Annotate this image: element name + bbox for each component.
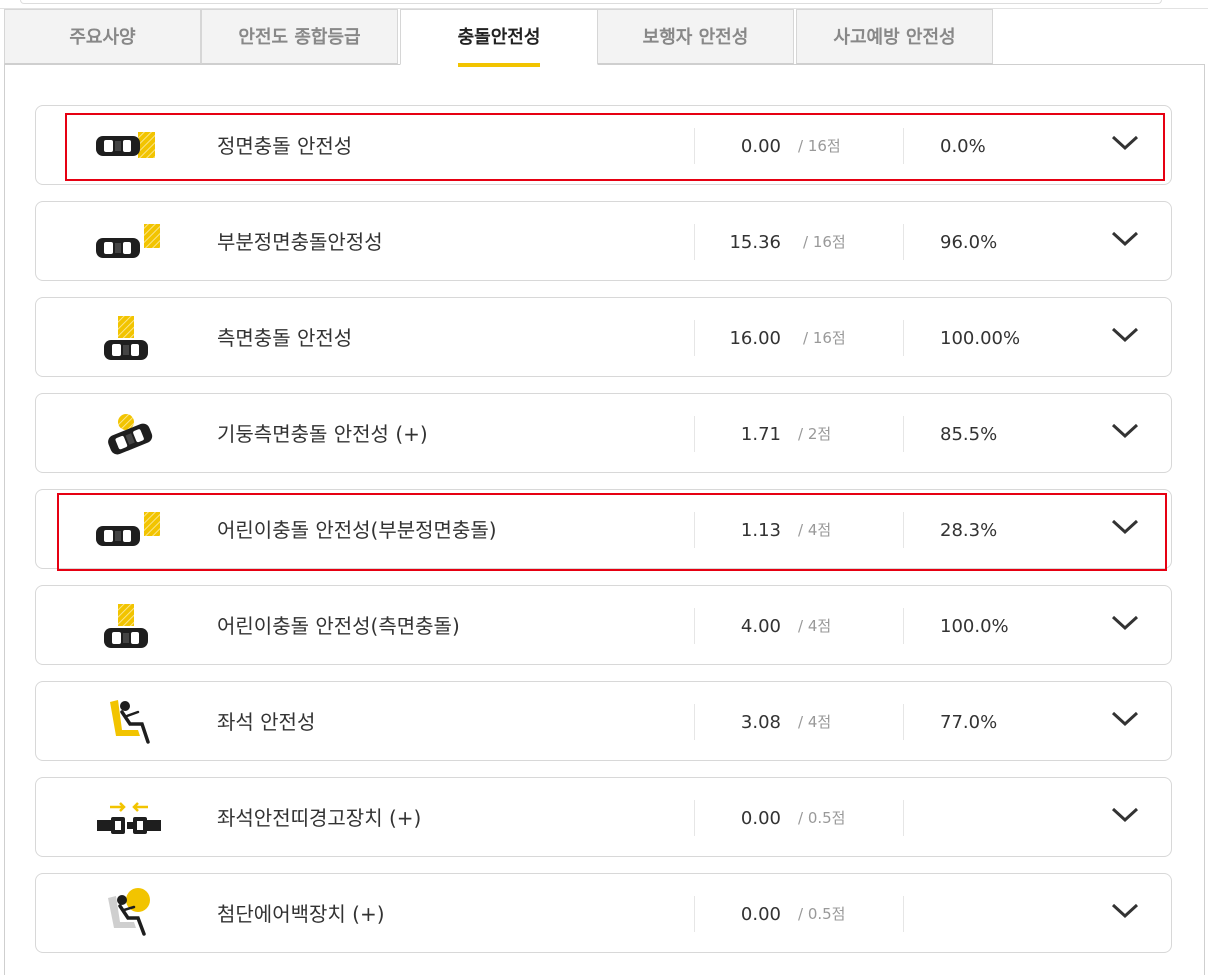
list-item[interactable]: 좌석 안전성 3.08 / 4점 77.0% bbox=[35, 681, 1172, 761]
list-item[interactable]: 측면충돌 안전성 16.00 / 16점 100.00% bbox=[35, 297, 1172, 377]
row-title: 첨단에어백장치 (+) bbox=[217, 902, 385, 926]
divider bbox=[903, 512, 904, 548]
row-title: 어린이충돌 안전성(측면충돌) bbox=[217, 614, 460, 638]
row-percent: 85.5% bbox=[940, 424, 998, 445]
divider bbox=[903, 320, 904, 356]
seat-safety-icon bbox=[110, 700, 150, 744]
row-score: 16.00 bbox=[729, 328, 781, 349]
row-score: 0.00 bbox=[740, 136, 781, 157]
divider bbox=[694, 704, 695, 740]
tab-label: 충돌안전성 bbox=[457, 10, 541, 67]
tab-crash-safety[interactable]: 충돌안전성 bbox=[400, 9, 598, 67]
tab-pedestrian-safety[interactable]: 보행자 안전성 bbox=[597, 9, 794, 64]
row-max-score: / 16점 bbox=[798, 137, 841, 155]
seatbelt-warning-icon bbox=[97, 802, 161, 834]
tab-main-specs[interactable]: 주요사양 bbox=[4, 9, 201, 64]
divider bbox=[694, 320, 695, 356]
divider bbox=[903, 224, 904, 260]
side-crash-icon bbox=[104, 316, 148, 360]
divider bbox=[694, 608, 695, 644]
divider bbox=[903, 608, 904, 644]
tab-label: 안전도 종합등급 bbox=[238, 27, 361, 48]
list-item[interactable]: 첨단에어백장치 (+) 0.00 / 0.5점 bbox=[35, 873, 1172, 953]
row-score: 0.00 bbox=[740, 808, 781, 829]
row-score: 15.36 bbox=[729, 232, 781, 253]
row-max-score: / 0.5점 bbox=[798, 905, 846, 923]
row-max-score: / 0.5점 bbox=[798, 809, 846, 827]
divider bbox=[694, 896, 695, 932]
divider bbox=[694, 512, 695, 548]
row-max-score: / 2점 bbox=[798, 425, 832, 443]
divider bbox=[694, 224, 695, 260]
list-item[interactable]: 정면충돌 안전성 0.00 / 16점 0.0% bbox=[35, 105, 1172, 185]
pole-side-crash-icon bbox=[106, 414, 155, 457]
row-max-score: / 4점 bbox=[798, 617, 832, 635]
chevron-down-icon[interactable] bbox=[1111, 422, 1139, 440]
row-title: 좌석 안전성 bbox=[217, 710, 316, 734]
tab-label: 보행자 안전성 bbox=[642, 27, 749, 48]
active-tab-underline bbox=[457, 63, 541, 67]
divider bbox=[694, 800, 695, 836]
row-percent: 77.0% bbox=[940, 712, 998, 733]
row-title: 정면충돌 안전성 bbox=[217, 134, 353, 158]
tab-overall-rating[interactable]: 안전도 종합등급 bbox=[201, 9, 398, 64]
list-item[interactable]: 어린이충돌 안전성(부분정면충돌) 1.13 / 4점 28.3% bbox=[35, 489, 1172, 569]
chevron-down-icon[interactable] bbox=[1111, 806, 1139, 824]
row-percent: 100.0% bbox=[940, 616, 1009, 637]
row-percent: 28.3% bbox=[940, 520, 998, 541]
list-item[interactable]: 부분정면충돌안정성 15.36 / 16점 96.0% bbox=[35, 201, 1172, 281]
row-max-score: / 16점 bbox=[803, 233, 846, 251]
row-title: 부분정면충돌안정성 bbox=[217, 230, 383, 254]
list-item[interactable]: 기둥측면충돌 안전성 (+) 1.71 / 2점 85.5% bbox=[35, 393, 1172, 473]
chevron-down-icon[interactable] bbox=[1111, 134, 1139, 152]
tab-label: 주요사양 bbox=[69, 27, 136, 48]
partial-frontal-crash-icon bbox=[96, 512, 160, 546]
divider bbox=[903, 416, 904, 452]
row-percent: 0.0% bbox=[940, 136, 986, 157]
frontal-crash-icon bbox=[96, 132, 155, 158]
partial-frontal-crash-icon bbox=[96, 224, 160, 258]
row-title: 좌석안전띠경고장치 (+) bbox=[217, 806, 422, 830]
chevron-down-icon[interactable] bbox=[1111, 230, 1139, 248]
row-max-score: / 4점 bbox=[798, 521, 832, 539]
row-max-score: / 4점 bbox=[798, 713, 832, 731]
row-score: 0.00 bbox=[740, 904, 781, 925]
chevron-down-icon[interactable] bbox=[1111, 326, 1139, 344]
divider bbox=[903, 128, 904, 164]
list-item[interactable]: 어린이충돌 안전성(측면충돌) 4.00 / 4점 100.0% bbox=[35, 585, 1172, 665]
divider bbox=[903, 800, 904, 836]
row-score: 1.13 bbox=[740, 520, 781, 541]
row-score: 4.00 bbox=[740, 616, 781, 637]
chevron-down-icon[interactable] bbox=[1111, 614, 1139, 632]
divider bbox=[694, 128, 695, 164]
row-percent: 100.00% bbox=[940, 328, 1021, 349]
row-score: 1.71 bbox=[740, 424, 781, 445]
row-title: 측면충돌 안전성 bbox=[217, 326, 353, 350]
divider bbox=[903, 704, 904, 740]
tab-label: 사고예방 안전성 bbox=[833, 27, 956, 48]
divider bbox=[903, 896, 904, 932]
row-percent: 96.0% bbox=[940, 232, 998, 253]
tab-accident-prevention[interactable]: 사고예방 안전성 bbox=[796, 9, 993, 64]
chevron-down-icon[interactable] bbox=[1111, 710, 1139, 728]
row-title: 어린이충돌 안전성(부분정면충돌) bbox=[217, 518, 497, 542]
top-strip bbox=[0, 0, 1208, 9]
divider bbox=[694, 416, 695, 452]
side-crash-icon bbox=[104, 604, 148, 648]
row-score: 3.08 bbox=[740, 712, 781, 733]
airbag-icon bbox=[108, 888, 150, 936]
list-item[interactable]: 좌석안전띠경고장치 (+) 0.00 / 0.5점 bbox=[35, 777, 1172, 857]
chevron-down-icon[interactable] bbox=[1111, 902, 1139, 920]
row-max-score: / 16점 bbox=[803, 329, 846, 347]
chevron-down-icon[interactable] bbox=[1111, 518, 1139, 536]
row-title: 기둥측면충돌 안전성 (+) bbox=[217, 422, 428, 446]
